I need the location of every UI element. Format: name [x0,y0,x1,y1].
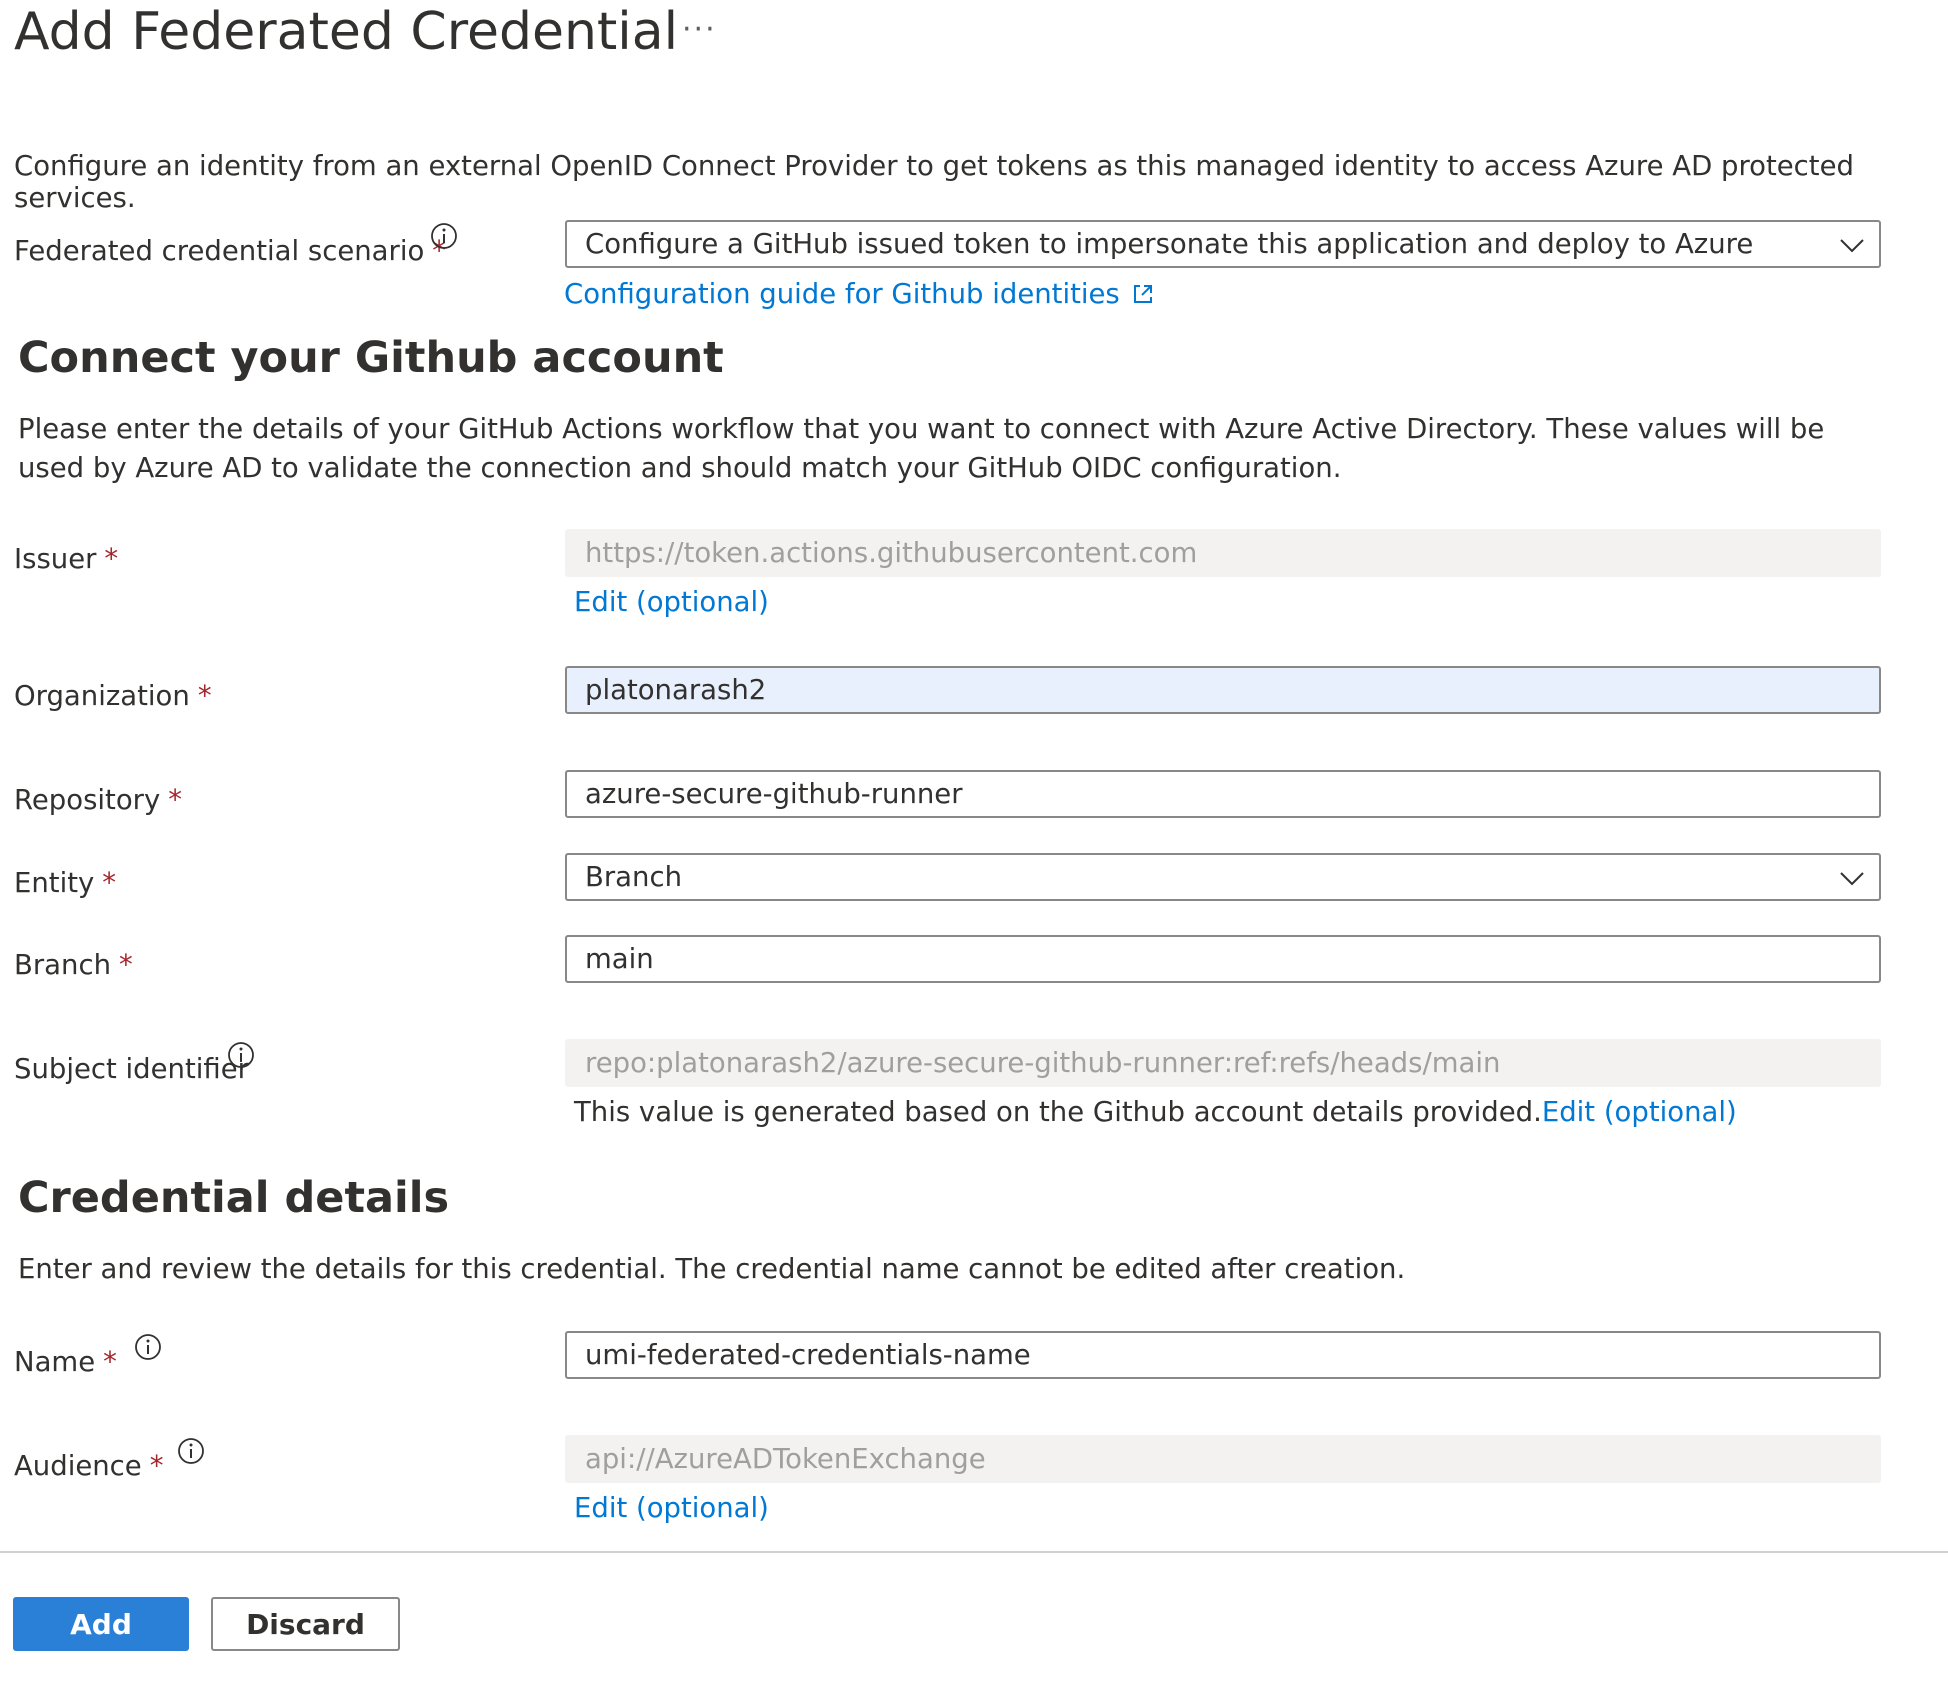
repository-label: Repository * [14,784,182,816]
issuer-input: https://token.actions.githubusercontent.… [565,529,1881,577]
chevron-down-icon [1840,872,1864,886]
issuer-label: Issuer * [14,543,119,575]
audience-input: api://AzureADTokenExchange [565,1435,1881,1483]
required-asterisk: * [149,1450,164,1482]
subject-label: Subject identifier [14,1053,249,1085]
required-asterisk: * [197,680,212,712]
organization-label: Organization * [14,680,212,712]
credential-section-heading: Credential details [18,1173,450,1223]
info-icon[interactable] [430,222,458,250]
branch-input[interactable]: main [565,935,1881,983]
required-asterisk: * [104,543,119,575]
organization-input[interactable]: platonarash2 [565,666,1881,714]
repository-input[interactable]: azure-secure-github-runner [565,770,1881,818]
footer-divider [0,1551,1948,1553]
subject-identifier-input: repo:platonarash2/azure-secure-github-ru… [565,1039,1881,1087]
branch-label: Branch * [14,949,133,981]
info-icon[interactable] [177,1437,205,1465]
scenario-selected-value: Configure a GitHub issued token to imper… [585,228,1754,260]
required-asterisk: * [103,1346,117,1378]
audience-label: Audience * [14,1450,164,1482]
name-label: Name * [14,1346,117,1378]
scenario-label: Federated credential scenario * [14,235,447,267]
scenario-dropdown[interactable]: Configure a GitHub issued token to imper… [565,220,1881,268]
audience-edit-link[interactable]: Edit (optional) [574,1492,769,1524]
info-icon[interactable] [227,1041,255,1069]
required-asterisk: * [102,867,117,899]
more-options-button[interactable]: ··· [682,12,717,47]
credential-section-description: Enter and review the details for this cr… [18,1253,1406,1285]
info-icon[interactable] [134,1333,162,1361]
entity-label: Entity * [14,867,117,899]
github-section-heading: Connect your Github account [18,333,724,383]
chevron-down-icon [1840,239,1864,253]
required-asterisk: * [119,949,133,981]
discard-button[interactable]: Discard [211,1597,400,1651]
subject-edit-link[interactable]: Edit (optional) [1542,1096,1737,1128]
github-section-description: Please enter the details of your GitHub … [18,413,1825,484]
subject-helper: This value is generated based on the Git… [574,1096,1737,1128]
entity-dropdown[interactable]: Branch [565,853,1881,901]
page-title: Add Federated Credential [14,2,679,62]
issuer-edit-link[interactable]: Edit (optional) [574,586,769,618]
page-description: Configure an identity from an external O… [14,150,1854,214]
entity-selected-value: Branch [585,861,683,893]
required-asterisk: * [168,784,182,816]
add-button[interactable]: Add [13,1597,189,1651]
external-link-icon [1133,285,1152,303]
config-guide-link[interactable]: Configuration guide for Github identitie… [564,278,1155,310]
name-input[interactable]: umi-federated-credentials-name [565,1331,1881,1379]
